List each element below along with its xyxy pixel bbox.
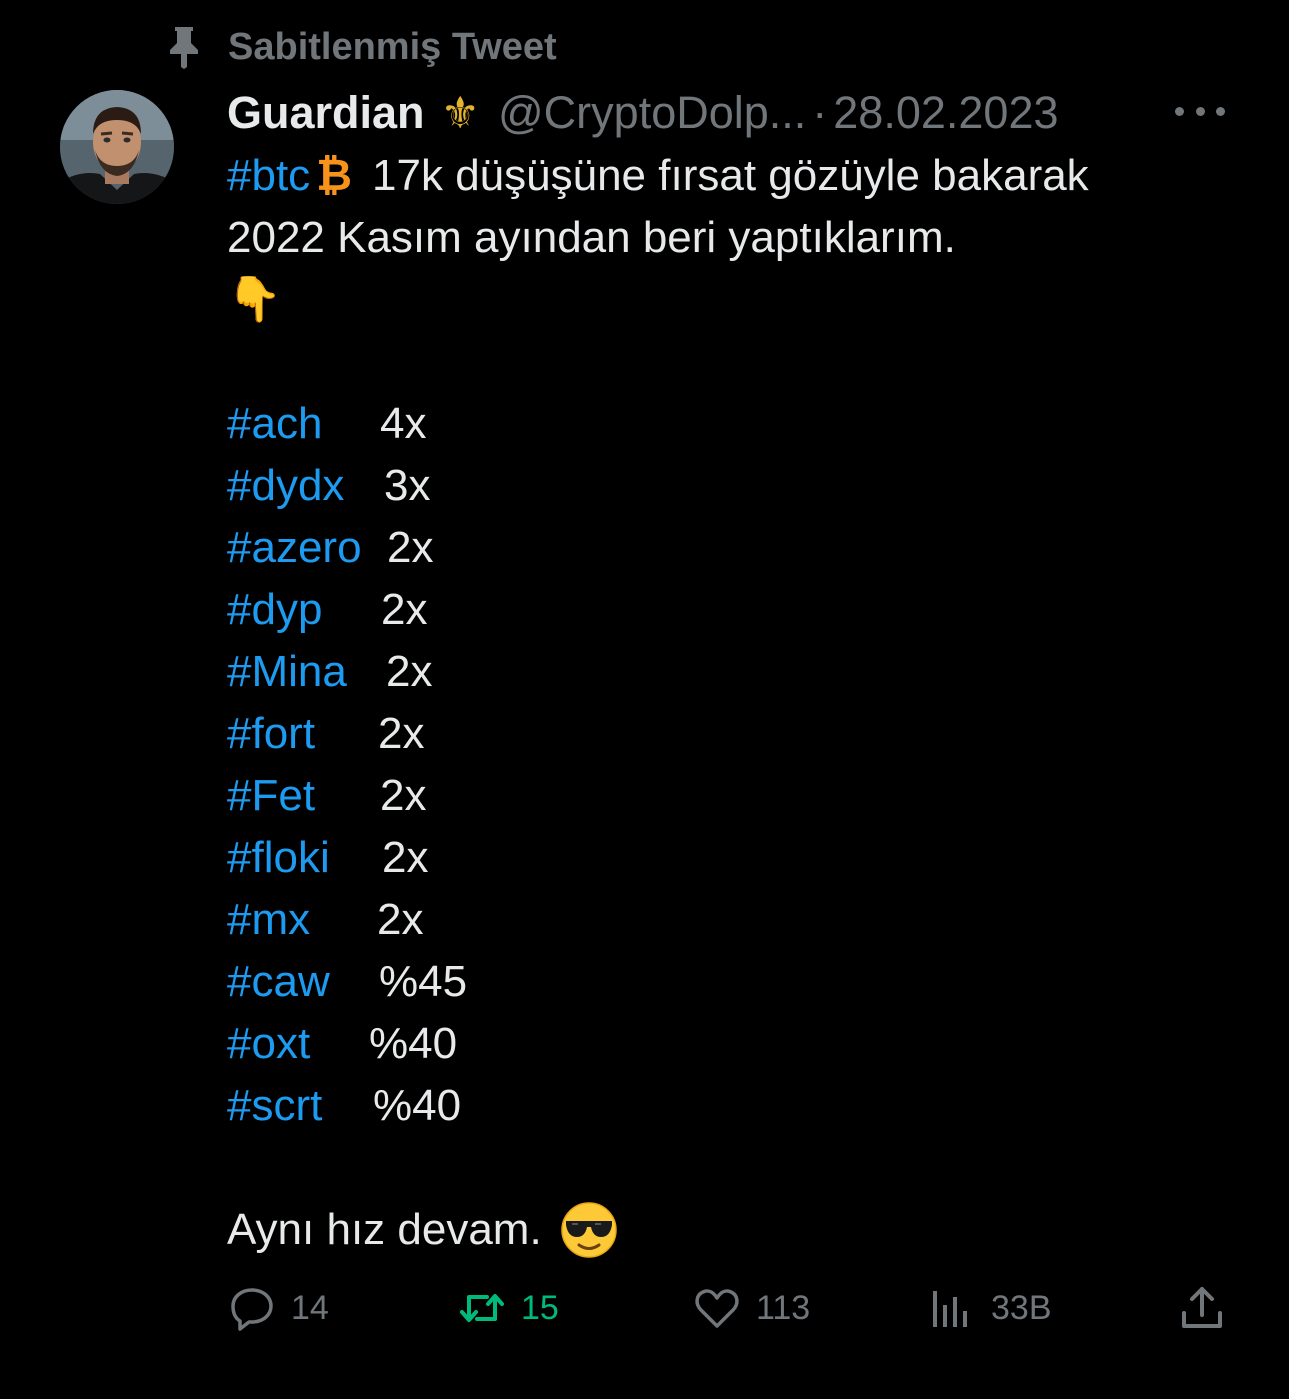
coin-row: #Fet 2x xyxy=(227,765,1227,827)
like-count: 113 xyxy=(756,1288,811,1327)
views-count: 33B xyxy=(991,1288,1052,1327)
retweet-icon xyxy=(457,1283,507,1333)
coin-gain: 2x xyxy=(378,709,425,758)
avatar[interactable] xyxy=(60,90,174,204)
coin-row: #dydx 3x xyxy=(227,455,1227,517)
coin-row: #azero 2x xyxy=(227,517,1227,579)
coin-hashtag[interactable]: #Fet xyxy=(227,765,380,827)
views-icon xyxy=(927,1283,977,1333)
heart-icon xyxy=(692,1283,742,1333)
intro-line-1: #btc ₿ 17k düşüşüne fırsat gözüyle bakar… xyxy=(227,145,1227,207)
coin-row: #scrt %40 xyxy=(227,1075,1227,1137)
closing-text: Aynı hız devam. xyxy=(227,1205,542,1254)
reply-icon xyxy=(227,1283,277,1333)
more-dot-icon xyxy=(1216,106,1225,116)
coin-hashtag[interactable]: #floki xyxy=(227,827,382,889)
author-handle[interactable]: @CryptoDolp... xyxy=(498,87,806,139)
coin-hashtag[interactable]: #dyp xyxy=(227,579,381,641)
reply-count: 14 xyxy=(291,1288,329,1327)
share-button[interactable] xyxy=(1177,1280,1227,1336)
tweet-text: #btc ₿ 17k düşüşüne fırsat gözüyle bakar… xyxy=(227,145,1227,1261)
coin-hashtag[interactable]: #dydx xyxy=(227,455,384,517)
coin-hashtag[interactable]: #oxt xyxy=(227,1013,369,1075)
reply-button[interactable]: 14 xyxy=(227,1280,329,1336)
pinned-indicator: Sabitlenmiş Tweet xyxy=(164,22,557,72)
fleur-de-lis-icon: ⚜ xyxy=(440,88,480,138)
coin-row: #caw %45 xyxy=(227,951,1227,1013)
sunglasses-emoji-icon xyxy=(560,1201,618,1259)
hashtag-btc[interactable]: #btc xyxy=(227,145,310,207)
intro-text-1: 17k düşüşüne fırsat gözüyle bakarak xyxy=(372,151,1089,200)
coin-hashtag[interactable]: #Mina xyxy=(227,641,386,703)
coin-list: #ach 4x #dydx 3x #azero 2x #dyp 2x #Mina… xyxy=(227,393,1227,1137)
separator-dot: · xyxy=(812,87,828,138)
coin-hashtag[interactable]: #ach xyxy=(227,393,380,455)
coin-gain: 2x xyxy=(386,647,433,696)
coin-hashtag[interactable]: #caw xyxy=(227,951,379,1013)
retweet-button[interactable]: 15 xyxy=(457,1280,559,1336)
coin-gain: %40 xyxy=(369,1019,458,1068)
coin-row: #ach 4x xyxy=(227,393,1227,455)
intro-text-2: 2022 Kasım ayından beri yaptıklarım. xyxy=(227,213,956,262)
like-button[interactable]: 113 xyxy=(692,1280,810,1336)
pin-icon xyxy=(164,23,204,71)
coin-row: #fort 2x xyxy=(227,703,1227,765)
intro-line-2: 2022 Kasım ayından beri yaptıklarım. xyxy=(227,207,1227,269)
share-icon xyxy=(1177,1283,1227,1333)
coin-gain: 4x xyxy=(380,399,427,448)
coin-hashtag[interactable]: #azero xyxy=(227,517,387,579)
coin-gain: 2x xyxy=(377,895,424,944)
coin-gain: 2x xyxy=(380,771,427,820)
coin-hashtag[interactable]: #mx xyxy=(227,889,377,951)
views-button[interactable]: 33B xyxy=(927,1280,1052,1336)
coin-row: #floki 2x xyxy=(227,827,1227,889)
coin-row: #Mina 2x xyxy=(227,641,1227,703)
tweet-header: Guardian ⚜ @CryptoDolp... · 28.02.2023 xyxy=(227,82,1229,144)
coin-hashtag[interactable]: #fort xyxy=(227,703,378,765)
author-display-name[interactable]: Guardian xyxy=(227,87,425,139)
coin-gain: 2x xyxy=(381,585,428,634)
more-dot-icon xyxy=(1175,106,1184,116)
intro-line-3: 👇 xyxy=(227,269,1227,331)
closing-line: Aynı hız devam. xyxy=(227,1199,1227,1261)
coin-gain: %45 xyxy=(379,957,468,1006)
pinned-label: Sabitlenmiş Tweet xyxy=(228,25,557,68)
more-options-button[interactable] xyxy=(1175,96,1225,126)
coin-row: #oxt %40 xyxy=(227,1013,1227,1075)
coin-gain: 3x xyxy=(384,461,431,510)
pointing-down-emoji: 👇 xyxy=(227,275,282,324)
coin-hashtag[interactable]: #scrt xyxy=(227,1075,373,1137)
more-dot-icon xyxy=(1195,106,1205,116)
bitcoin-icon: ₿ xyxy=(316,151,353,200)
tweet-date[interactable]: 28.02.2023 xyxy=(833,87,1058,139)
coin-gain: 2x xyxy=(382,833,429,882)
tweet-actions: 14 15 113 33B xyxy=(227,1280,1227,1336)
coin-gain: %40 xyxy=(373,1081,462,1130)
coin-gain: 2x xyxy=(387,523,434,572)
retweet-count: 15 xyxy=(521,1288,559,1327)
coin-row: #dyp 2x xyxy=(227,579,1227,641)
coin-row: #mx 2x xyxy=(227,889,1227,951)
